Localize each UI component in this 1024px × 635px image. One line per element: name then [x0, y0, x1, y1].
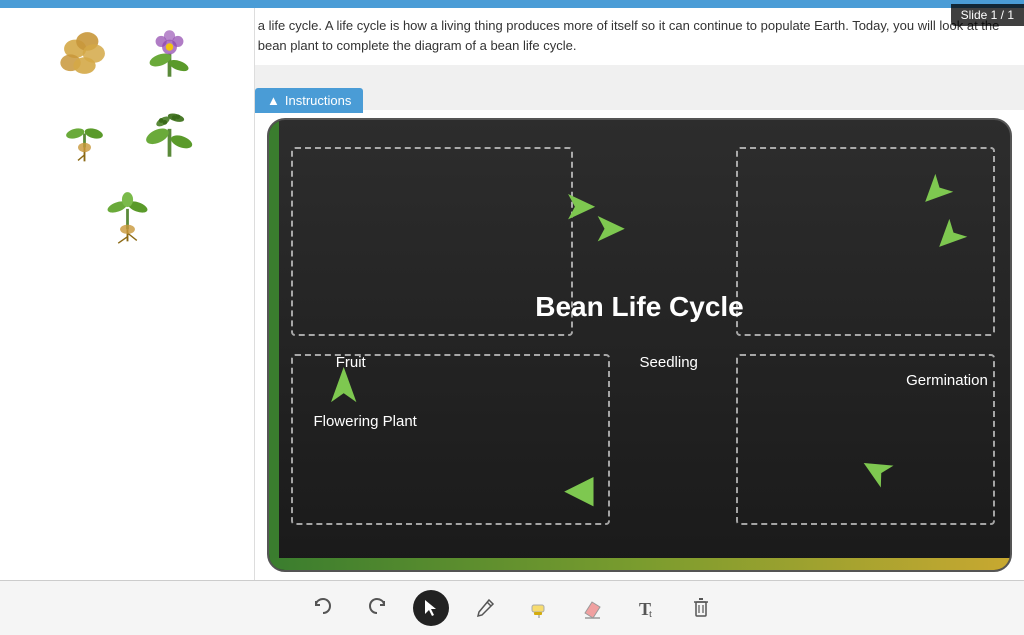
- delete-button[interactable]: [683, 590, 719, 626]
- top-mid-arrow: ➤: [595, 210, 625, 246]
- up-arrow: ➤: [325, 366, 361, 405]
- eraser-button[interactable]: [575, 590, 611, 626]
- fruit-box[interactable]: [291, 147, 573, 336]
- germination-label: Germination: [906, 372, 988, 389]
- sidebar-row-3: [15, 178, 239, 248]
- diagram-container: Bean Life Cycle Fruit Flowering Plant Se…: [255, 110, 1024, 580]
- bottom-left-arrow: ◀: [565, 471, 593, 507]
- select-button[interactable]: [413, 590, 449, 626]
- chevron-up-icon: ▲: [267, 93, 280, 108]
- top-right-arrow: ➤: [565, 188, 595, 224]
- flowering-plant-label: Flowering Plant: [313, 413, 416, 430]
- highlighter-button[interactable]: [521, 590, 557, 626]
- pen-button[interactable]: [467, 590, 503, 626]
- sidebar: [0, 8, 255, 580]
- svg-text:t: t: [649, 608, 652, 619]
- germination-image[interactable]: [92, 178, 162, 248]
- undo-button[interactable]: [305, 590, 341, 626]
- seedling-small-image[interactable]: [50, 98, 120, 168]
- seeds-image[interactable]: [50, 18, 120, 88]
- sidebar-row-2: [15, 98, 239, 168]
- redo-button[interactable]: [359, 590, 395, 626]
- bean-life-cycle-diagram: Bean Life Cycle Fruit Flowering Plant Se…: [267, 118, 1012, 572]
- instructions-toggle-button[interactable]: ▲ Instructions: [255, 88, 363, 113]
- sidebar-row-1: [15, 18, 239, 88]
- flowering-plant-image[interactable]: [135, 18, 205, 88]
- seedling-label: Seedling: [640, 354, 698, 371]
- slide-indicator: Slide 1 / 1: [951, 4, 1024, 26]
- toolbar: T t: [0, 580, 1024, 635]
- text-button[interactable]: T t: [629, 590, 665, 626]
- bean-pod-image[interactable]: [135, 98, 205, 168]
- top-bar: [0, 0, 1024, 8]
